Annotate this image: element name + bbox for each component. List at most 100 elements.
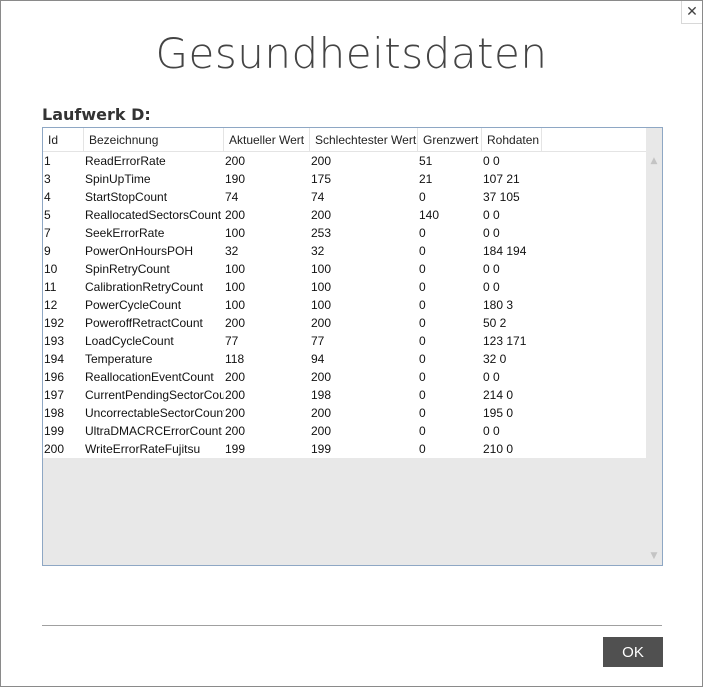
cell-raw: 123 171 (483, 334, 527, 348)
cell-raw: 0 0 (483, 424, 500, 438)
column-header-raw[interactable]: Rohdaten (482, 128, 542, 151)
cell-current: 200 (225, 154, 246, 168)
cell-threshold: 0 (419, 424, 426, 438)
cell-raw: 0 0 (483, 370, 500, 384)
cell-threshold: 51 (419, 154, 433, 168)
cell-threshold: 0 (419, 244, 426, 258)
cell-name: ReallocatedSectorsCount (85, 208, 222, 222)
column-header-current[interactable]: Aktueller Wert (224, 128, 310, 151)
table-row[interactable]: 9 PowerOnHoursPOH 32 32 0 184 194 (43, 242, 646, 260)
cell-worst: 200 (311, 370, 332, 384)
table-row[interactable]: 196 ReallocationEventCount 200 200 0 0 0 (43, 368, 646, 386)
cell-threshold: 0 (419, 280, 426, 294)
close-button[interactable]: ✕ (681, 1, 702, 24)
cell-raw: 107 21 (483, 172, 520, 186)
cell-worst: 198 (311, 388, 332, 402)
column-header-threshold[interactable]: Grenzwert (418, 128, 482, 151)
cell-id: 7 (44, 226, 51, 240)
cell-threshold: 0 (419, 298, 426, 312)
cell-threshold: 140 (419, 208, 440, 222)
cell-id: 199 (44, 424, 65, 438)
cell-current: 200 (225, 370, 246, 384)
cell-raw: 0 0 (483, 262, 500, 276)
cell-id: 196 (44, 370, 65, 384)
table-row[interactable]: 3 SpinUpTime 190 175 21 107 21 (43, 170, 646, 188)
cell-name: StartStopCount (85, 190, 168, 204)
cell-raw: 195 0 (483, 406, 514, 420)
cell-threshold: 0 (419, 370, 426, 384)
table-row[interactable]: 197 CurrentPendingSectorCou 200 198 0 214 0 (43, 386, 646, 404)
cell-id: 193 (44, 334, 65, 348)
health-data-dialog: ✕ Gesundheitsdaten Laufwerk D: Id Bezeic… (0, 0, 703, 687)
cell-worst: 100 (311, 262, 332, 276)
table-row[interactable]: 200 WriteErrorRateFujitsu 199 199 0 210 0 (43, 440, 646, 458)
cell-name: UncorrectableSectorCount (85, 406, 224, 420)
column-header-name[interactable]: Bezeichnung (84, 128, 224, 151)
cell-id: 12 (44, 298, 58, 312)
cell-raw: 184 194 (483, 244, 527, 258)
cell-name: Temperature (85, 352, 153, 366)
table-row[interactable]: 5 ReallocatedSectorsCount 200 200 140 0 0 (43, 206, 646, 224)
cell-name: PowerOnHoursPOH (85, 244, 194, 258)
cell-worst: 200 (311, 316, 332, 330)
vertical-scrollbar[interactable]: ▲ ▼ (646, 152, 662, 565)
cell-worst: 77 (311, 334, 325, 348)
smart-data-table[interactable]: Id Bezeichnung Aktueller Wert Schlechtes… (42, 127, 663, 566)
table-row[interactable]: 194 Temperature 118 94 0 32 0 (43, 350, 646, 368)
cell-worst: 100 (311, 280, 332, 294)
cell-current: 200 (225, 406, 246, 420)
cell-worst: 175 (311, 172, 332, 186)
close-icon: ✕ (686, 4, 698, 20)
cell-raw: 180 3 (483, 298, 514, 312)
cell-id: 10 (44, 262, 58, 276)
cell-name: ReallocationEventCount (85, 370, 214, 384)
cell-current: 100 (225, 262, 246, 276)
cell-name: PoweroffRetractCount (85, 316, 203, 330)
cell-raw: 0 0 (483, 280, 500, 294)
cell-threshold: 0 (419, 334, 426, 348)
cell-current: 118 (225, 352, 245, 366)
table-row[interactable]: 10 SpinRetryCount 100 100 0 0 0 (43, 260, 646, 278)
column-header-id[interactable]: Id (43, 128, 84, 151)
cell-name: UltraDMACRCErrorCount (85, 424, 222, 438)
table-body: 1 ReadErrorRate 200 200 51 0 0 3 SpinUpTime 190 1… (43, 152, 646, 458)
column-header-filler (542, 128, 646, 151)
table-row[interactable]: 4 StartStopCount 74 74 0 37 105 (43, 188, 646, 206)
cell-raw: 32 0 (483, 352, 507, 366)
cell-current: 199 (225, 442, 246, 456)
cell-raw: 0 0 (483, 226, 500, 240)
cell-current: 100 (225, 298, 246, 312)
cell-name: WriteErrorRateFujitsu (85, 442, 201, 456)
table-row[interactable]: 199 UltraDMACRCErrorCount 200 200 0 0 0 (43, 422, 646, 440)
cell-current: 200 (225, 316, 246, 330)
table-row[interactable]: 7 SeekErrorRate 100 253 0 0 0 (43, 224, 646, 242)
cell-threshold: 0 (419, 388, 426, 402)
cell-id: 4 (44, 190, 51, 204)
cell-name: PowerCycleCount (85, 298, 182, 312)
cell-threshold: 0 (419, 406, 426, 420)
drive-label: Laufwerk D: (42, 105, 151, 124)
cell-worst: 94 (311, 352, 325, 366)
table-row[interactable]: 193 LoadCycleCount 77 77 0 123 171 (43, 332, 646, 350)
cell-worst: 199 (311, 442, 332, 456)
table-row[interactable]: 192 PoweroffRetractCount 200 200 0 50 2 (43, 314, 646, 332)
column-header-worst[interactable]: Schlechtester Wert (310, 128, 418, 151)
cell-id: 3 (44, 172, 51, 186)
cell-current: 77 (225, 334, 239, 348)
table-row[interactable]: 198 UncorrectableSectorCount 200 200 0 195 0 (43, 404, 646, 422)
cell-threshold: 0 (419, 262, 426, 276)
cell-current: 200 (225, 424, 246, 438)
scroll-up-icon[interactable]: ▲ (646, 154, 662, 168)
cell-raw: 210 0 (483, 442, 514, 456)
cell-name: CalibrationRetryCount (85, 280, 204, 294)
ok-button[interactable]: OK (603, 637, 663, 667)
table-row[interactable]: 1 ReadErrorRate 200 200 51 0 0 (43, 152, 646, 170)
cell-worst: 100 (311, 298, 332, 312)
cell-worst: 253 (311, 226, 332, 240)
table-row[interactable]: 11 CalibrationRetryCount 100 100 0 0 0 (43, 278, 646, 296)
cell-id: 11 (44, 280, 57, 294)
cell-raw: 37 105 (483, 190, 520, 204)
table-row[interactable]: 12 PowerCycleCount 100 100 0 180 3 (43, 296, 646, 314)
cell-raw: 214 0 (483, 388, 514, 402)
scroll-down-icon[interactable]: ▼ (646, 549, 662, 563)
